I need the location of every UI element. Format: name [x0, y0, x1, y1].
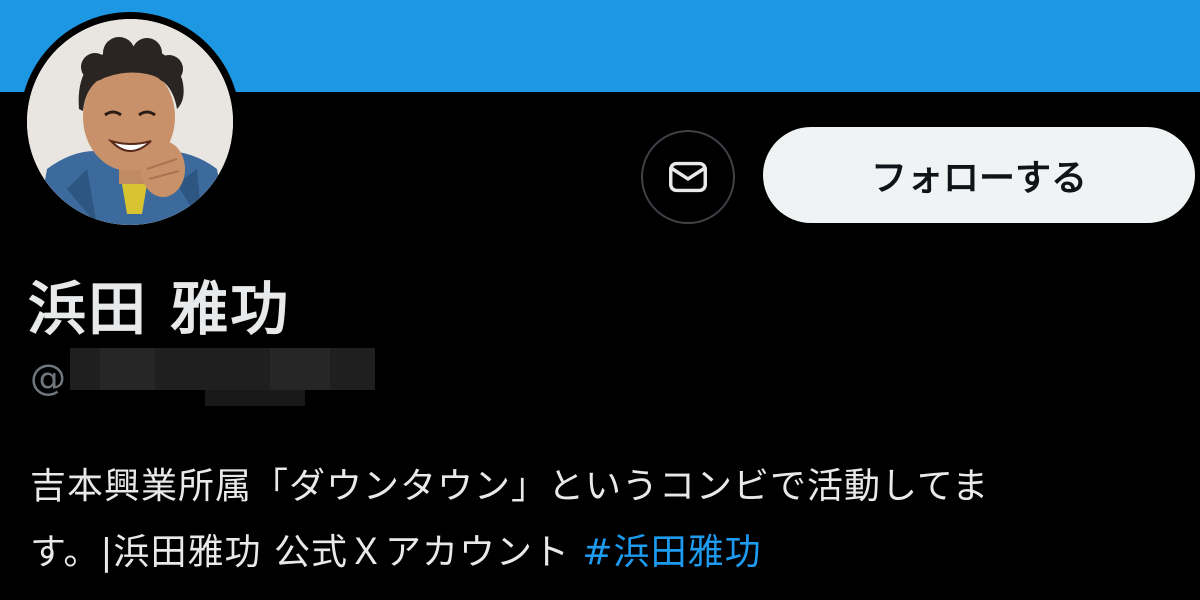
bio-text: 吉本興業所属「ダウンタウン」というコンビで活動してま: [30, 466, 990, 507]
avatar: [27, 19, 233, 225]
follow-button[interactable]: フォローする: [763, 127, 1195, 223]
bio-text-continued: す。|浜田雅功 公式Ｘアカウント: [30, 532, 583, 573]
message-button[interactable]: [641, 130, 735, 224]
avatar-photo: [27, 19, 233, 225]
handle-prefix: @: [30, 357, 66, 399]
handle-redaction: [70, 348, 375, 408]
bio: 吉本興業所属「ダウンタウン」というコンビで活動してま す。|浜田雅功 公式Ｘアカ…: [30, 454, 1195, 586]
avatar-frame[interactable]: [20, 12, 240, 232]
handle: @: [30, 348, 375, 408]
display-name: 浜田 雅功: [28, 275, 291, 343]
envelope-icon: [669, 161, 707, 193]
bio-hashtag-link[interactable]: #浜田雅功: [582, 532, 761, 573]
